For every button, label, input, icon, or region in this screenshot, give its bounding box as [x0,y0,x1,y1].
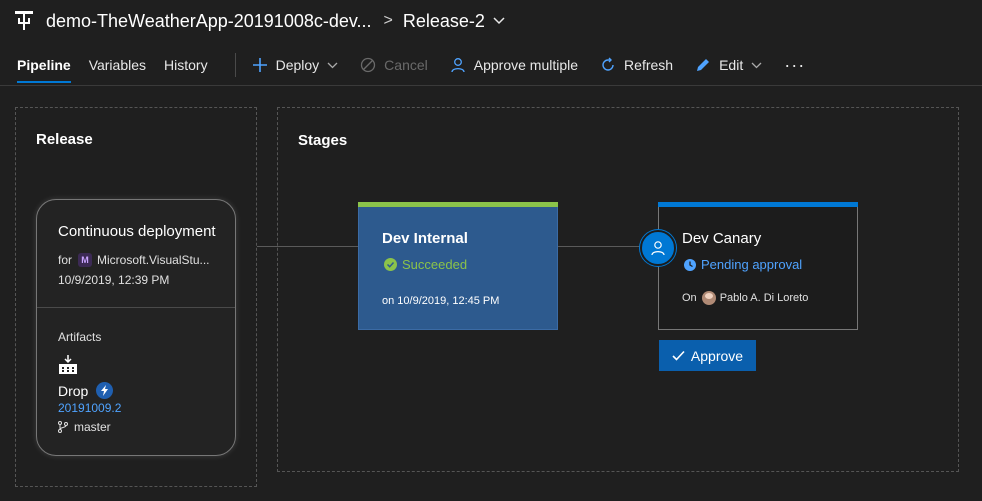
release-name-breadcrumb[interactable]: Release-2 [403,11,485,32]
approve-multiple-button[interactable]: Approve multiple [450,57,578,73]
tab-pipeline[interactable]: Pipeline [0,47,80,83]
stage-date: on 10/9/2019, 12:45 PM [382,295,500,307]
deploy-label: Deploy [275,57,320,73]
connector-line [257,246,358,247]
requested-for-name: Microsoft.VisualStu... [97,253,210,267]
header: demo-TheWeatherApp-20191008c-dev... > Re… [0,0,982,86]
approve-multiple-label: Approve multiple [473,57,579,73]
artifact-name-label: Drop [58,382,89,399]
tab-variables[interactable]: Variables [80,47,155,83]
requested-for: for M Microsoft.VisualStu... [58,253,210,267]
release-panel-title: Release [36,131,93,148]
artifacts-label: Artifacts [58,330,102,344]
more-options-icon[interactable]: ··· [784,55,805,76]
pipeline-name-breadcrumb[interactable]: demo-TheWeatherApp-20191008c-dev... [46,11,372,32]
stage-status: Succeeded [384,257,467,272]
trigger-type: Continuous deployment [58,223,216,240]
chevron-down-icon [751,62,762,68]
release-date: 10/9/2019, 12:39 PM [58,273,170,287]
chevron-down-icon[interactable] [493,17,505,25]
stage-status-bar [658,202,858,207]
person-icon [451,58,465,73]
refresh-icon [602,57,614,71]
pre-deployment-approval-icon[interactable] [640,230,676,266]
stage-name: Dev Internal [382,230,468,247]
branch-icon [58,421,68,433]
on-prefix: On [682,292,697,304]
clock-icon [684,258,696,271]
build-number-link[interactable]: 20191009.2 [58,401,121,415]
deploy-button[interactable]: Deploy [252,57,339,73]
approver-info: On Pablo A. Di Loreto [682,291,808,305]
cancel-icon [361,57,376,73]
success-check-icon [384,258,397,271]
toolbar-divider [234,53,236,77]
card-divider [37,307,235,308]
edit-button[interactable]: Edit [695,57,762,73]
cancel-button[interactable]: Cancel [360,57,428,73]
avatar [701,291,716,305]
toolbar: Pipeline Variables History Deploy Cancel… [0,44,982,86]
pipeline-icon [14,10,34,32]
release-card[interactable]: Continuous deployment for M Microsoft.Vi… [36,199,236,456]
approver-name: Pablo A. Di Loreto [719,292,809,304]
stage-status-label: Succeeded [402,257,468,272]
continuous-trigger-icon [96,382,114,399]
stage-status-bar [358,202,558,207]
plus-icon [252,58,267,72]
user-badge-icon: M [78,253,93,267]
branch: master [58,420,111,434]
refresh-label: Refresh [624,57,674,73]
artifact-name: Drop [58,382,114,399]
build-artifact-icon [58,355,78,380]
breadcrumb-separator: > [383,12,393,29]
branch-name: master [74,420,111,434]
cancel-label: Cancel [384,57,428,73]
pencil-icon [697,59,710,71]
stage-status[interactable]: Pending approval [684,257,802,272]
check-icon [672,350,685,361]
edit-label: Edit [719,57,744,73]
stage-status-label: Pending approval [701,257,803,272]
approve-button[interactable]: Approve [659,340,756,371]
title-row: demo-TheWeatherApp-20191008c-dev... > Re… [14,8,505,34]
tab-history[interactable]: History [155,47,217,83]
chevron-down-icon [327,62,338,68]
approve-label: Approve [690,347,744,364]
stage-card-dev-internal[interactable]: Dev Internal Succeeded on 10/9/2019, 12:… [358,202,558,330]
stage-card-dev-canary[interactable]: Dev Canary Pending approval On Pablo A. … [658,202,858,330]
refresh-button[interactable]: Refresh [600,57,673,73]
stage-name: Dev Canary [682,230,762,247]
for-prefix: for [58,253,73,267]
stages-panel-title: Stages [298,132,348,149]
